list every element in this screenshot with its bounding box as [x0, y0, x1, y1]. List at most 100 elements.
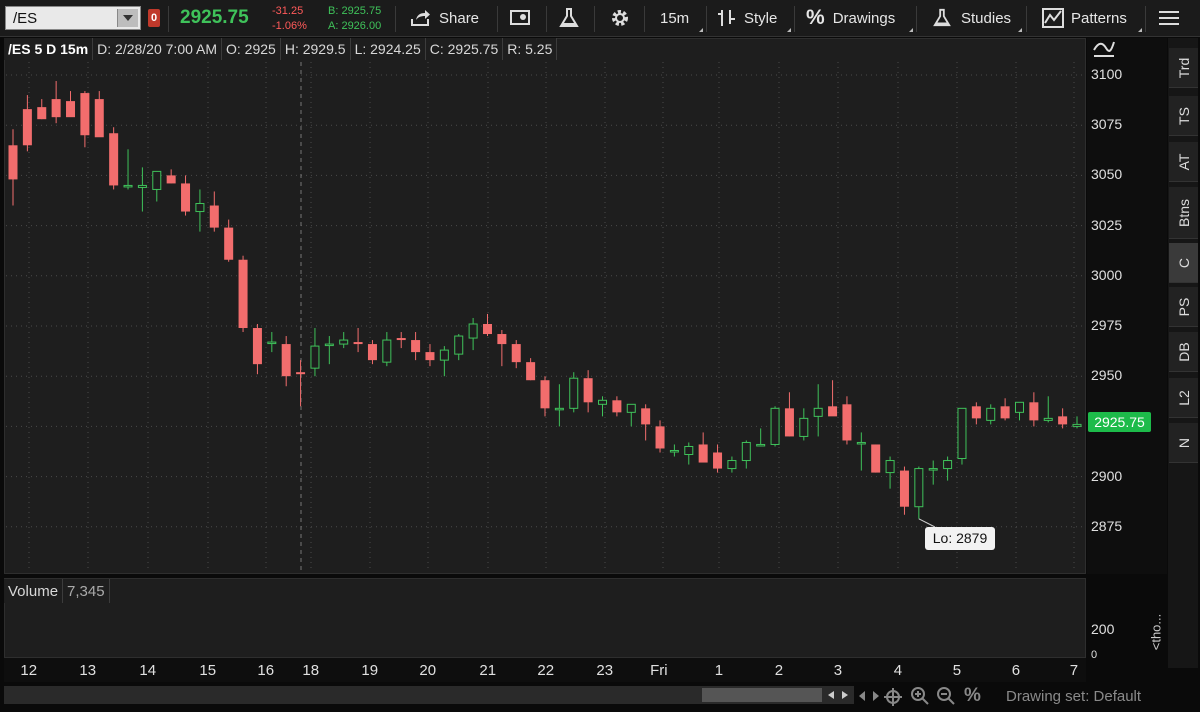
- candle-body-down: [22, 109, 32, 146]
- candle-body-down: [842, 404, 852, 441]
- candle-body-down: [8, 145, 18, 180]
- candle-body-down: [1029, 402, 1039, 421]
- candle-body-up: [1014, 401, 1024, 413]
- percent-zoom-icon[interactable]: %: [964, 685, 981, 707]
- low-annotation: Lo: 2879: [925, 527, 995, 550]
- scroll-right-icon[interactable]: [840, 690, 850, 700]
- time-axis-label: 23: [596, 662, 614, 679]
- volume-panel[interactable]: [4, 578, 1086, 658]
- candle-body-up: [813, 407, 823, 417]
- volume-units-label: <tho...: [1148, 613, 1164, 651]
- candle-body-down: [281, 344, 291, 377]
- low-annotation-pointer: [918, 518, 936, 528]
- candle-body-up: [943, 460, 953, 470]
- sidebar-tab-label: Trd: [1175, 57, 1192, 78]
- candle-body-down: [353, 342, 363, 345]
- candle-body-down: [209, 205, 219, 228]
- sidebar-tab-label: L2: [1175, 389, 1192, 406]
- volume-axis-label: 200: [1091, 621, 1115, 637]
- crosshair-icon[interactable]: [884, 688, 902, 706]
- sidebar-tab-trd[interactable]: Trd: [1169, 48, 1198, 88]
- candle-body-up: [137, 184, 147, 188]
- candle-body-down: [1000, 406, 1010, 419]
- time-axis-label: 3: [833, 662, 843, 679]
- sidebar-tab-l2[interactable]: L2: [1169, 378, 1198, 418]
- sidebar-tab-ps[interactable]: PS: [1169, 287, 1198, 327]
- candle-body-up: [986, 407, 996, 421]
- time-axis-label: 14: [139, 662, 157, 679]
- pan-icon[interactable]: [858, 688, 880, 704]
- candle-body-up: [770, 407, 780, 445]
- sidebar-tab-n[interactable]: N: [1169, 423, 1198, 463]
- candle-body-up: [554, 407, 564, 411]
- scrollbar-thumb[interactable]: [702, 688, 822, 702]
- volume-axis-zero: 0: [1091, 649, 1098, 661]
- candle-body-up: [885, 460, 895, 474]
- candle-body-down: [828, 406, 838, 417]
- time-axis-label: Fri: [650, 662, 668, 679]
- time-axis-label: 13: [79, 662, 97, 679]
- candle-body-up: [1043, 417, 1053, 421]
- candle-body-down: [396, 338, 406, 341]
- candle-body-down: [583, 378, 593, 403]
- candle-body-down: [109, 133, 119, 186]
- zoom-out-icon[interactable]: [936, 686, 956, 706]
- candle-body-down: [540, 380, 550, 409]
- drawing-set-label[interactable]: Drawing set: Default: [1006, 688, 1141, 705]
- candle-body-down: [411, 340, 421, 353]
- sidebar-tab-at[interactable]: AT: [1169, 142, 1198, 182]
- sidebar-tab-label: N: [1175, 437, 1192, 448]
- scroll-left-icon[interactable]: [826, 690, 836, 700]
- candle-body-down: [181, 183, 191, 212]
- candle-body-up: [799, 417, 809, 437]
- candle-body-down: [425, 352, 435, 361]
- candle-body-up: [684, 445, 694, 456]
- time-axis-label: 6: [1011, 662, 1021, 679]
- sidebar-tab-btns[interactable]: Btns: [1169, 187, 1198, 239]
- time-axis-label: 15: [199, 662, 217, 679]
- candle-body-up: [914, 468, 924, 508]
- candle-body-down: [37, 107, 47, 120]
- sidebar-tab-label: DB: [1175, 341, 1192, 362]
- candle-body-up: [727, 460, 737, 470]
- candle-body-down: [224, 227, 234, 260]
- time-axis-label: 22: [537, 662, 555, 679]
- volume-label: Volume: [4, 579, 64, 603]
- candle-body-up: [468, 323, 478, 339]
- candle-body-up: [756, 443, 766, 447]
- candle-body-up: [195, 203, 205, 213]
- candle-body-down: [80, 93, 90, 136]
- sidebar-tab-c[interactable]: C: [1169, 243, 1198, 283]
- sidebar-tab-db[interactable]: DB: [1169, 332, 1198, 372]
- candle-body-up: [152, 170, 162, 190]
- sidebar-tab-label: C: [1175, 257, 1192, 268]
- time-axis-label: 20: [419, 662, 437, 679]
- candle-body-up: [569, 377, 579, 409]
- time-axis-label: 4: [893, 662, 903, 679]
- candle-body-down: [238, 259, 248, 329]
- sidebar-tab-label: PS: [1175, 297, 1192, 316]
- time-axis-label: 5: [952, 662, 962, 679]
- time-axis-label: 16: [257, 662, 275, 679]
- time-axis-label: 21: [479, 662, 497, 679]
- sidebar-tab-label: AT: [1175, 153, 1192, 170]
- time-axis-label: 19: [361, 662, 379, 679]
- candle-body-up: [928, 468, 938, 471]
- time-axis-label: 18: [302, 662, 320, 679]
- candle-body-up: [957, 407, 967, 460]
- time-axis-label: 2: [774, 662, 784, 679]
- candle-body-down: [526, 362, 536, 381]
- candle-body-down: [252, 328, 262, 365]
- candle-body-down: [784, 408, 794, 437]
- sidebar-tab-ts[interactable]: TS: [1169, 96, 1198, 136]
- candle-body-up: [1072, 423, 1082, 427]
- candle-body-down: [713, 452, 723, 469]
- candle-body-down: [899, 470, 909, 507]
- candle-body-down: [497, 334, 507, 345]
- sidebar-tab-label: TS: [1175, 106, 1192, 125]
- candle-body-up: [598, 399, 608, 405]
- zoom-in-icon[interactable]: [910, 686, 930, 706]
- candle-body-down: [612, 400, 622, 413]
- volume-header: Volume 7,345: [4, 579, 110, 603]
- candle-body-up: [669, 449, 679, 453]
